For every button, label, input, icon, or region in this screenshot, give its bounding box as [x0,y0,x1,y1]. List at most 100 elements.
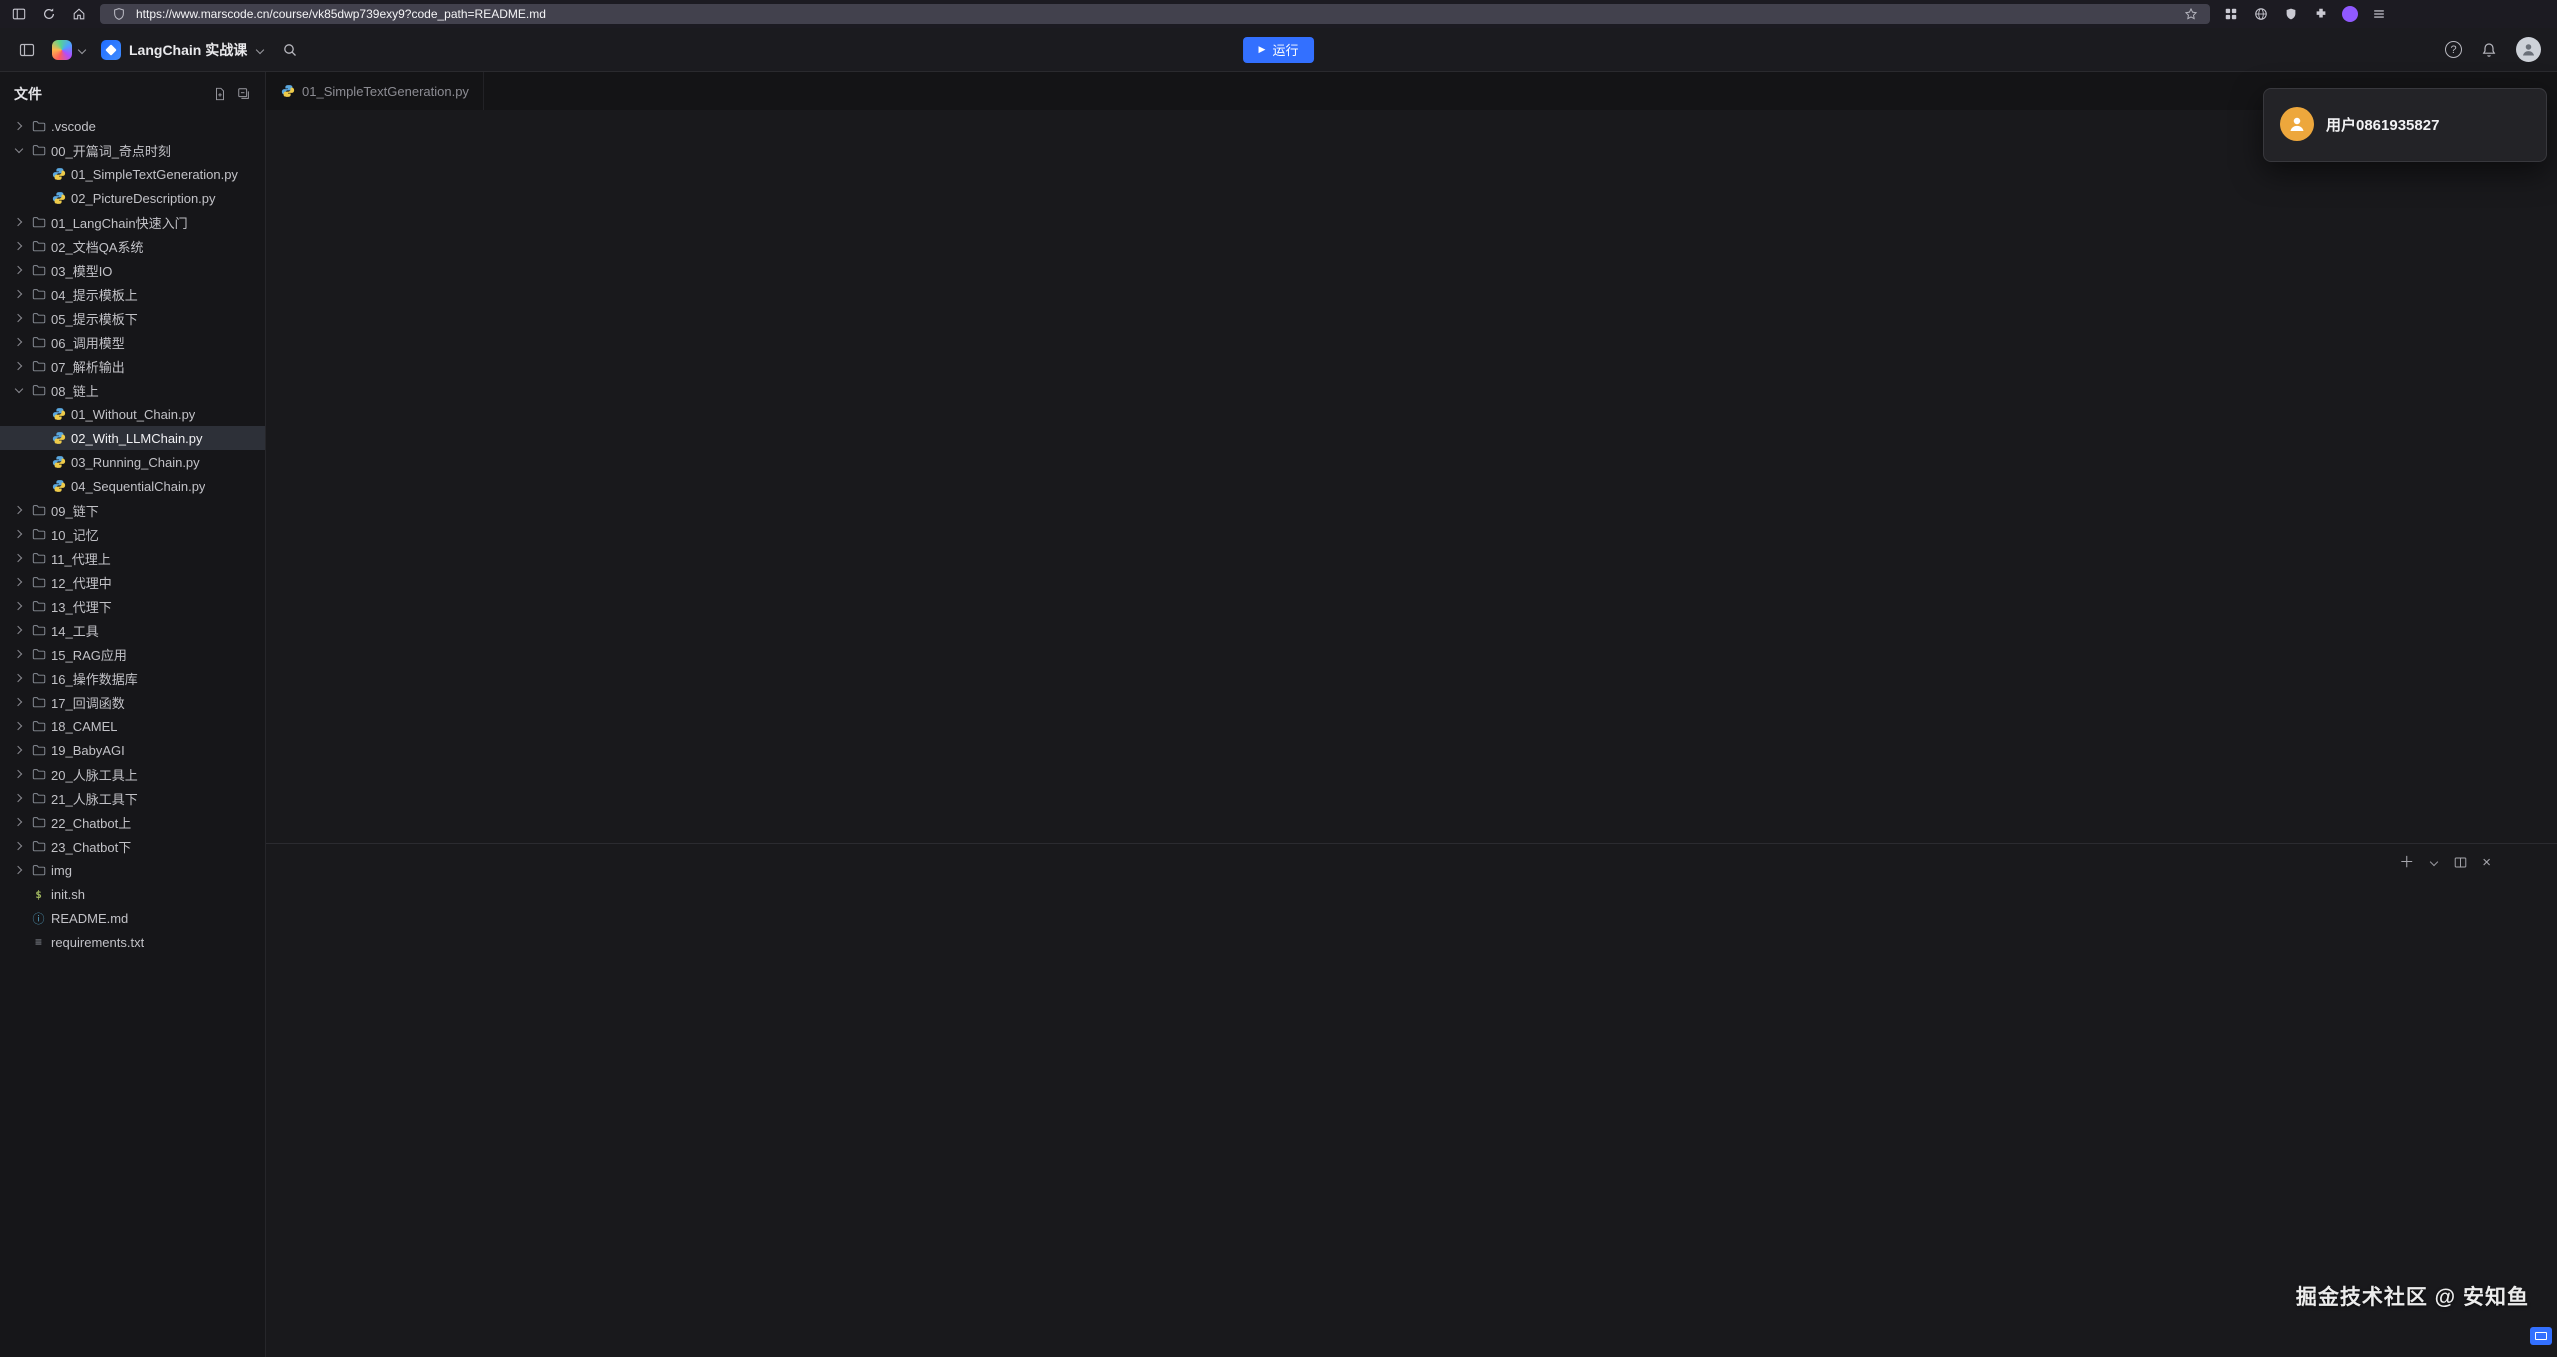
tree-folder[interactable]: 12_代理中 [0,570,265,594]
help-icon[interactable]: ? [2445,41,2462,58]
tree-file[interactable]: 01_Without_Chain.py [0,402,265,426]
project-switcher[interactable]: LangChain 实战课 [101,40,265,60]
tree-folder[interactable]: 01_LangChain快速入门 [0,210,265,234]
python-file-icon [280,84,295,99]
tree-file[interactable]: 01_SimpleTextGeneration.py [0,162,265,186]
tree-folder[interactable]: 14_工具 [0,618,265,642]
tree-item-label: 05_提示模板下 [51,309,138,328]
folder-icon [31,671,46,686]
tree-file[interactable]: 02_With_LLMChain.py [0,426,265,450]
folder-icon [31,863,46,878]
ide-topbar: LangChain 实战课 ▶ 运行 ? [0,28,2557,72]
home-icon[interactable] [70,5,88,23]
editor-tab[interactable]: 01_SimpleTextGeneration.py [266,72,484,110]
tree-folder[interactable]: 05_提示模板下 [0,306,265,330]
tree-folder[interactable]: img [0,858,265,882]
tree-folder[interactable]: 16_操作数据库 [0,666,265,690]
folder-icon [31,743,46,758]
tree-folder[interactable]: 02_文档QA系统 [0,234,265,258]
tree-item-label: 22_Chatbot上 [51,813,131,832]
bell-icon[interactable] [2478,39,2500,61]
tree-item-label: 21_人脉工具下 [51,789,138,808]
tree-folder[interactable]: 20_人脉工具上 [0,762,265,786]
tree-file[interactable]: 04_SequentialChain.py [0,474,265,498]
tree-folder[interactable]: 04_提示模板上 [0,282,265,306]
tree-folder[interactable]: 18_CAMEL [0,714,265,738]
folder-icon [31,335,46,350]
tree-folder[interactable]: 15_RAG应用 [0,642,265,666]
panel-header: ＋ × [266,844,2557,880]
tree-folder[interactable]: 11_代理上 [0,546,265,570]
bookmark-star-icon[interactable] [2182,5,2200,23]
tree-folder[interactable]: 03_模型IO [0,258,265,282]
marscode-logo-icon [52,40,72,60]
tree-item-label: README.md [51,911,128,926]
folder-icon [31,839,46,854]
folder-icon [31,527,46,542]
split-terminal-icon[interactable] [2454,856,2467,869]
tree-folder[interactable]: 23_Chatbot下 [0,834,265,858]
project-name: LangChain 实战课 [129,40,247,60]
chevron-icon [12,839,26,853]
marscode-logo-menu[interactable] [52,40,87,60]
tree-file[interactable]: ≡requirements.txt [0,930,265,954]
search-icon[interactable] [279,39,301,61]
run-button-label: 运行 [1272,40,1298,59]
tree-folder[interactable]: 13_代理下 [0,594,265,618]
tree-file[interactable]: 02_PictureDescription.py [0,186,265,210]
reload-icon[interactable] [40,5,58,23]
tree-folder[interactable]: 21_人脉工具下 [0,786,265,810]
user-avatar[interactable] [2516,37,2541,62]
chevron-icon [12,287,26,301]
tree-item-label: 15_RAG应用 [51,645,127,664]
tree-file[interactable]: $init.sh [0,882,265,906]
sidebar-toggle-icon[interactable] [10,5,28,23]
new-terminal-icon[interactable]: ＋ [2399,855,2414,870]
code-editor[interactable] [266,138,2557,843]
tree-folder[interactable]: 19_BabyAGI [0,738,265,762]
tree-item-label: requirements.txt [51,935,144,950]
tree-item-label: 12_代理中 [51,573,112,592]
tree-folder[interactable]: 22_Chatbot上 [0,810,265,834]
course-icon [101,40,121,60]
file-explorer-sidebar: 文件 .vscode00_开篇词_奇点时刻01_SimpleTextGenera… [0,72,266,1357]
chevron-icon [12,935,26,949]
tree-file[interactable]: ⓘREADME.md [0,906,265,930]
shield-permissions-icon[interactable] [2282,5,2300,23]
tree-folder[interactable]: .vscode [0,114,265,138]
layout-panel-icon[interactable] [16,39,38,61]
run-button[interactable]: ▶ 运行 [1243,37,1315,63]
folder-icon [31,815,46,830]
python-file-icon [51,431,66,446]
screen: https://www.marscode.cn/course/vk85dwp73… [0,0,2557,1357]
tree-file[interactable]: 03_Running_Chain.py [0,450,265,474]
chevron-icon [12,887,26,901]
sidebar-header: 文件 [0,72,265,112]
chevron-icon [12,143,26,157]
tree-item-label: 02_文档QA系统 [51,237,143,256]
tree-folder[interactable]: 10_记忆 [0,522,265,546]
tree-folder[interactable]: 17_回调函数 [0,690,265,714]
tree-item-label: init.sh [51,887,85,902]
browser-profile-avatar[interactable] [2342,6,2358,22]
tree-folder[interactable]: 08_链上 [0,378,265,402]
tree-item-label: 04_提示模板上 [51,285,138,304]
hamburger-menu-icon[interactable] [2370,5,2388,23]
widget-icon[interactable] [2530,1327,2552,1345]
close-panel-icon[interactable]: × [2482,855,2491,870]
chevron-icon [12,647,26,661]
folder-icon [31,623,46,638]
collapse-all-icon[interactable] [237,87,251,101]
new-file-icon[interactable] [213,87,227,101]
terminal-output[interactable] [266,880,2557,1357]
url-bar[interactable]: https://www.marscode.cn/course/vk85dwp73… [100,4,2210,24]
chevron-icon [12,623,26,637]
tree-folder[interactable]: 07_解析输出 [0,354,265,378]
tree-folder[interactable]: 06_调用模型 [0,330,265,354]
terminal-dropdown-icon[interactable] [2429,857,2439,867]
extensions-grid-icon[interactable] [2222,5,2240,23]
tree-folder[interactable]: 00_开篇词_奇点时刻 [0,138,265,162]
puzzle-extension-icon[interactable] [2312,5,2330,23]
tree-folder[interactable]: 09_链下 [0,498,265,522]
globe-icon[interactable] [2252,5,2270,23]
